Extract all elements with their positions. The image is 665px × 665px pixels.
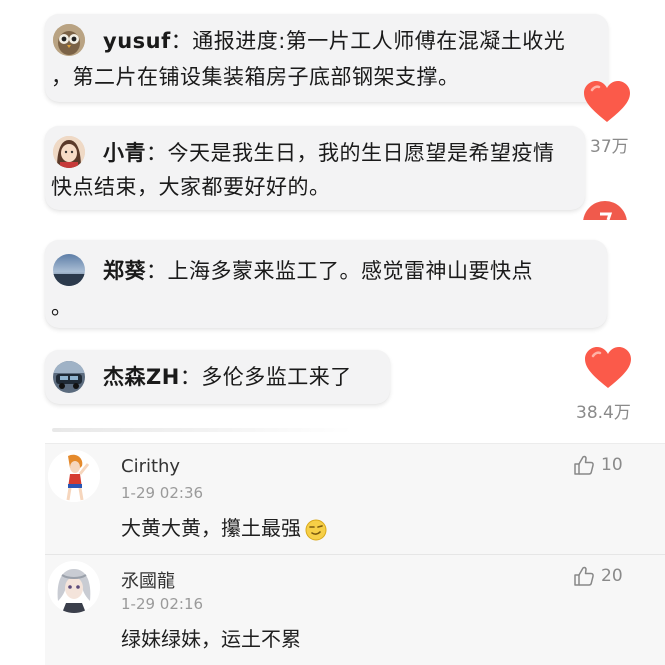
bubble-username[interactable]: 小青	[103, 141, 146, 165]
bubble-text: 今天是我生日，我的生日愿望是希望疫情	[167, 141, 555, 165]
comment-item: 氶國龍 1-29 02:16 绿妹绿妹，运土不累 20	[45, 555, 665, 665]
like-button[interactable]: 10	[573, 454, 623, 476]
landscape-avatar-icon[interactable]	[53, 254, 85, 286]
owl-avatar-icon[interactable]	[53, 24, 85, 56]
comment-time: 1-29 02:16	[121, 595, 204, 613]
comment-time: 1-29 02:36	[121, 484, 204, 502]
bubble-text: 通报进度:第一片工人师傅在混凝土收光	[192, 29, 566, 53]
danmaku-bubble-yusuf: yusuf：通报进度:第一片工人师傅在混凝土收光 ，第二片在铺设集装箱房子底部钢…	[45, 14, 608, 102]
bubble-username[interactable]: 郑葵	[103, 259, 146, 283]
avatar[interactable]	[48, 450, 100, 502]
divider	[52, 428, 352, 432]
bubble-line-1: 郑葵：上海多蒙来监工了。感觉雷神山要快点	[103, 258, 533, 284]
bubble-separator: ：	[146, 141, 168, 165]
like-count: 38.4万	[576, 403, 631, 423]
comment-username[interactable]: Cirithy	[121, 456, 180, 477]
thumbs-up-icon	[574, 566, 594, 586]
screenshot-canvas: yusuf：通报进度:第一片工人师傅在混凝土收光 ，第二片在铺设集装箱房子底部钢…	[0, 0, 665, 665]
bubble-separator: ：	[179, 365, 202, 389]
comment-text: 绿妹绿妹，运土不累	[121, 627, 301, 651]
smirk-emoji-icon	[305, 519, 327, 540]
like-count: 10	[601, 455, 623, 475]
comment-item: Cirithy 1-29 02:36 大黄大黄，攥土最强 10	[45, 444, 665, 555]
bubble-separator: ：	[146, 259, 168, 283]
comment-text: 大黄大黄，攥土最强	[121, 512, 327, 541]
bubble-username[interactable]: 杰森ZH	[103, 365, 180, 389]
bubble-text: 多伦多监工来了	[201, 365, 352, 389]
bubble-line-1: 小青：今天是我生日，我的生日愿望是希望疫情	[103, 140, 555, 166]
partial-share-icon[interactable]	[580, 198, 630, 220]
girl-avatar-icon[interactable]	[53, 136, 85, 168]
bubble-separator: ：	[170, 29, 193, 53]
heart-icon[interactable]	[582, 80, 632, 124]
danmaku-bubble-xiaoqing: 小青：今天是我生日，我的生日愿望是希望疫情 快点结束，大家都要好好的。	[45, 126, 585, 210]
heart-icon[interactable]	[583, 346, 633, 390]
bubble-line-2: 快点结束，大家都要好好的。	[51, 175, 331, 199]
bubble-line-1: 杰森ZH：多伦多监工来了	[103, 364, 352, 390]
bubble-username[interactable]: yusuf	[103, 29, 171, 53]
bubble-line-2: 。	[51, 295, 73, 319]
thumbs-up-icon	[574, 455, 594, 475]
like-button[interactable]: 20	[573, 565, 623, 587]
comment-username[interactable]: 氶國龍	[121, 567, 175, 593]
comment-list: Cirithy 1-29 02:36 大黄大黄，攥土最强 10 氶國龍 1-29…	[45, 443, 665, 665]
comment-text-content: 大黄大黄，攥土最强	[121, 516, 301, 540]
bubble-line-2: ，第二片在铺设集装箱房子底部钢架支撑。	[51, 65, 460, 89]
danmaku-bubble-jasonzh: 杰森ZH：多伦多监工来了	[45, 350, 390, 404]
avatar[interactable]	[48, 561, 100, 613]
bubble-text: 上海多蒙来监工了。感觉雷神山要快点	[167, 259, 533, 283]
bubble-line-1: yusuf：通报进度:第一片工人师傅在混凝土收光	[103, 28, 565, 54]
car-avatar-icon[interactable]	[53, 361, 85, 393]
danmaku-bubble-zhengkui: 郑葵：上海多蒙来监工了。感觉雷神山要快点 。	[45, 240, 607, 328]
like-count: 37万	[590, 137, 629, 157]
like-count: 20	[601, 566, 623, 586]
